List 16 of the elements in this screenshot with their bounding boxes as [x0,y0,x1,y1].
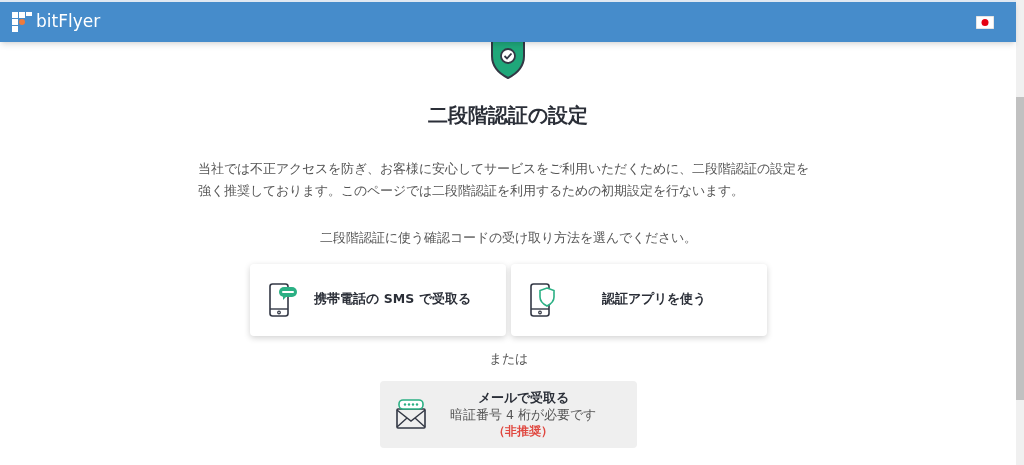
phone-sms-icon [267,281,298,318]
intro-paragraph: 当社では不正アクセスを防ぎ、お客様に安心してサービスをご利用いただくために、二段階認証の設定を強く推奨しております。このページでは二段階認証を利用するための初期設定を行ないます。 [198,160,810,200]
email-option-title: メールで受取る [477,388,569,406]
method-option-card[interactable]: 携帯電話の SMS で受取る [249,263,506,336]
method-prompt: 二段階認証に使う確認コードの受け取り方法を選んでください。 [319,229,697,247]
scrollbar[interactable] [1016,0,1024,465]
email-option-card[interactable]: メールで受取る 暗証番号 4 桁が必要です （非推奨） [379,380,637,448]
separator-text: または [488,349,528,368]
method-option-card[interactable]: 認証アプリを使う [510,263,767,336]
logo-icon [12,12,32,32]
envelope-message-icon [395,399,426,429]
japan-flag-icon[interactable] [976,15,994,29]
page-title: 二段階認証の設定 [428,102,588,129]
logo-text: bitFlyer [36,10,101,34]
not-recommended-label: （非推奨） [493,422,553,440]
email-option-note: 暗証番号 4 桁が必要です [450,405,596,423]
